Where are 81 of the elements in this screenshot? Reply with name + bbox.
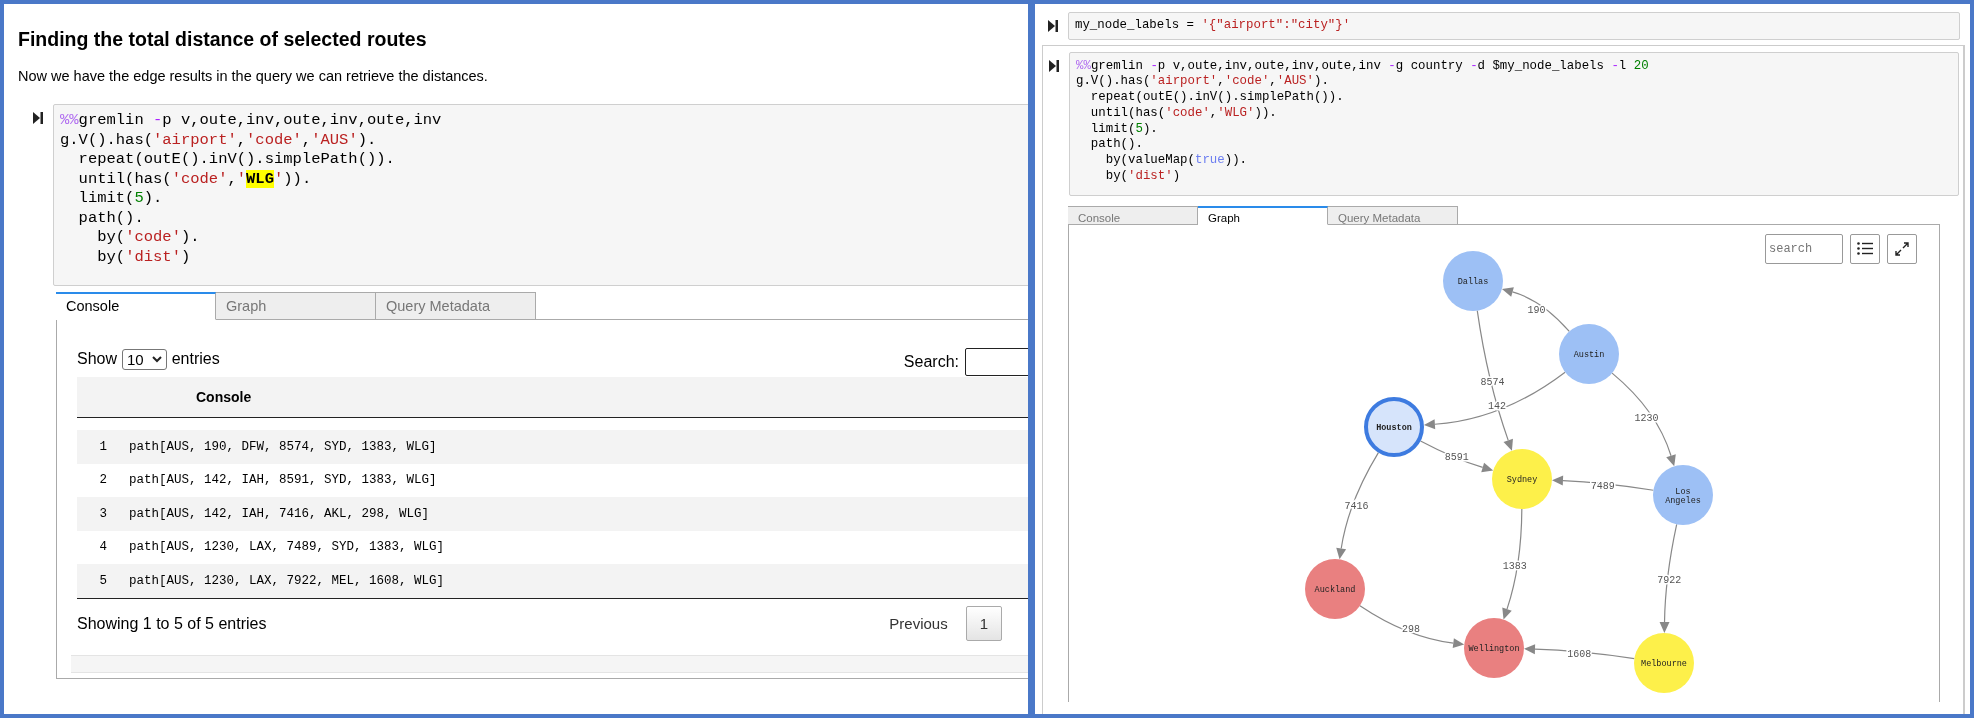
code-editor[interactable]	[1069, 51, 1959, 196]
row-number: 1	[98, 439, 107, 454]
table-cell: path[AUS, 1230, LAX, 7489, SYD, 1383, WLG]	[129, 540, 445, 555]
edge-label: 298	[1401, 623, 1420, 635]
graph-node[interactable]	[1492, 448, 1552, 509]
node-label: Austin	[1573, 349, 1605, 360]
edge-label: 190	[1527, 304, 1546, 316]
section-heading: Finding the total distance of selected routes	[18, 28, 428, 51]
caret-icon	[151, 355, 162, 363]
page-size-select[interactable]: 10	[122, 348, 167, 370]
tab[interactable]: Graph	[216, 292, 376, 320]
search-label: Search:	[903, 353, 959, 371]
row-number: 5	[98, 573, 107, 588]
code-line: until(has('code','WLG')).	[77, 169, 312, 189]
graph-node[interactable]	[1364, 396, 1424, 457]
node-label: Houston	[1376, 422, 1412, 433]
code-editor[interactable]: %%gremlin -p v,oute,inv,oute,inv,oute,inv g.V().has('airport','code','AUS'). repeat(outE().inV().simplePath()). until(has('code','WLG')). limit(5). path(). by('code'). by('dist')	[53, 104, 1028, 286]
tab[interactable]: Query Metadata	[376, 292, 536, 320]
table-cell: path[AUS, 142, IAH, 8591, SYD, 1383, WLG]	[129, 473, 437, 488]
edge-label: 7416	[1344, 500, 1369, 512]
node-label: Auckland	[1314, 584, 1356, 595]
code-line: limit(5).	[77, 189, 163, 209]
code-line: by(valueMap(true)).	[1104, 152, 1248, 169]
tab[interactable]: Query Metadata	[1328, 205, 1458, 225]
code-line: g.V().has('airport','code','AUS').	[60, 130, 377, 150]
row-number: 3	[98, 506, 107, 521]
code-line: repeat(outE().inV().simplePath()).	[1089, 90, 1344, 106]
node-label: Los Angeles	[1665, 486, 1701, 506]
scrollbar[interactable]	[71, 654, 1028, 673]
code-line: %%gremlin -p v,oute,inv,oute,inv,oute,inv -g country -d $my_node_labels -l 20	[1076, 58, 1649, 75]
show-label: Show	[77, 350, 118, 368]
search-field[interactable]: search	[1765, 233, 1843, 264]
code-line: path().	[1089, 137, 1143, 153]
graph-node[interactable]	[1634, 632, 1694, 693]
pager-button[interactable]: 1	[965, 606, 1002, 641]
node-label: Wellington	[1468, 643, 1520, 654]
legend-button[interactable]	[1850, 233, 1880, 264]
edge-label: 142	[1487, 400, 1506, 412]
graph-node[interactable]	[1464, 617, 1524, 678]
expand-icon	[1895, 241, 1909, 256]
run-icon[interactable]	[33, 112, 43, 124]
edge-label: 1230	[1634, 413, 1659, 425]
run-icon[interactable]	[1049, 59, 1059, 72]
row-number: 4	[98, 540, 107, 555]
edge-label: 1608	[1567, 648, 1592, 660]
graph-node[interactable]	[1653, 464, 1713, 525]
table-cell: path[AUS, 190, DFW, 8574, SYD, 1383, WLG]	[129, 439, 437, 454]
graph-node[interactable]	[1305, 558, 1365, 619]
code-line: by('code').	[96, 228, 200, 248]
code-line: repeat(outE().inV().simplePath()).	[77, 150, 395, 170]
table-cell: path[AUS, 142, IAH, 7416, AKL, 298, WLG]	[129, 506, 430, 521]
tab[interactable]: Console	[56, 292, 216, 320]
edge-label: 7922	[1657, 574, 1682, 586]
run-icon[interactable]	[1048, 20, 1058, 32]
list-icon	[1857, 242, 1873, 256]
code-editor[interactable]: my_node_labels = '{"airport":"city"}'	[1068, 12, 1960, 40]
graph-node[interactable]	[1443, 250, 1503, 311]
code-line: %%gremlin -p v,oute,inv,oute,inv,oute,inv	[60, 111, 442, 131]
code-line: by('dist')	[96, 247, 191, 267]
fullscreen-button[interactable]	[1887, 233, 1917, 264]
tab[interactable]: Console	[1068, 205, 1198, 225]
column-header[interactable]: Console	[196, 389, 252, 405]
node-label: Sydney	[1506, 474, 1538, 485]
table-cell: path[AUS, 1230, LAX, 7922, MEL, 1608, WLG]	[129, 573, 445, 588]
description-text: Now we have the edge results in the query we can retrieve the distances.	[18, 68, 489, 84]
node-label: Dallas	[1457, 276, 1489, 287]
edge-label: 8574	[1480, 376, 1505, 388]
entries-label: entries	[171, 350, 220, 368]
code-line: my_node_labels = '{"airport":"city"}'	[1075, 18, 1351, 34]
tab[interactable]: Graph	[1198, 205, 1328, 225]
code-line: by('dist')	[1104, 168, 1181, 185]
pager-button[interactable]: Previous	[889, 615, 948, 632]
node-label: Melbourne	[1641, 658, 1687, 669]
code-line: limit(5).	[1089, 121, 1158, 138]
code-line: g.V().has('airport','code','AUS').	[1076, 74, 1329, 91]
code-line: until(has('code','WLG')).	[1089, 105, 1277, 122]
table-info: Showing 1 to 5 of 5 entries	[77, 614, 267, 633]
edge-label: 1383	[1502, 560, 1527, 572]
row-number: 2	[98, 473, 107, 488]
code-line: path().	[77, 208, 144, 228]
graph-node[interactable]	[1559, 323, 1619, 384]
